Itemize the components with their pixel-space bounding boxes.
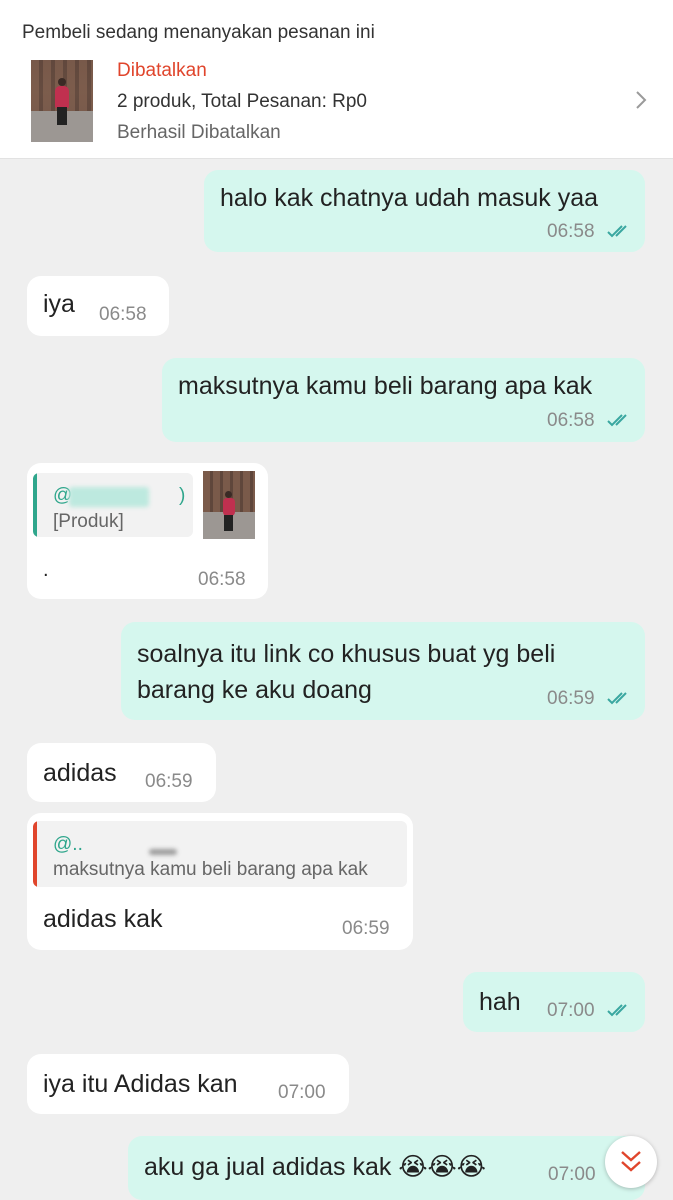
message-time: 06:59	[342, 918, 390, 939]
message-text: hah	[479, 988, 521, 1016]
message-time: 06:59	[547, 688, 595, 709]
message-time: 06:58	[547, 410, 595, 431]
quote-handle: @..	[53, 834, 83, 855]
order-status: Dibatalkan	[117, 60, 207, 81]
order-result: Berhasil Dibatalkan	[117, 122, 281, 143]
chevron-right-icon[interactable]	[634, 90, 648, 110]
message-bubble-incoming[interactable]: adidas 06:59	[27, 743, 216, 802]
quote-text: maksutnya kamu beli barang apa kak	[53, 859, 368, 880]
scroll-to-bottom-button[interactable]	[605, 1136, 657, 1188]
message-bubble-incoming[interactable]: @ ) [Produk] . 06:58	[27, 463, 268, 599]
message-bubble-incoming[interactable]: @.. maksutnya kamu beli barang apa kak a…	[27, 813, 413, 950]
message-bubble-outgoing[interactable]: halo kak chatnya udah masuk yaa 06:58	[204, 170, 645, 252]
message-bubble-incoming[interactable]: iya 06:58	[27, 276, 169, 336]
message-text: .	[43, 559, 49, 581]
quoted-message[interactable]: @.. maksutnya kamu beli barang apa kak	[33, 821, 407, 887]
message-text-line-2: barang ke aku doang	[137, 676, 372, 704]
message-text-line-1: soalnya itu link co khusus buat yg beli	[137, 640, 556, 668]
order-card[interactable]: Pembeli sedang menanyakan pesanan ini Di…	[0, 0, 673, 159]
chat-screen: Pembeli sedang menanyakan pesanan ini Di…	[0, 0, 673, 1200]
message-text: adidas kak	[43, 905, 163, 933]
message-bubble-outgoing[interactable]: hah 07:00	[463, 972, 645, 1032]
read-check-icon	[607, 225, 627, 238]
message-bubble-incoming[interactable]: iya itu Adidas kan 07:00	[27, 1054, 349, 1114]
order-thumbnail	[31, 60, 93, 142]
message-text: iya itu Adidas kan	[43, 1070, 238, 1098]
message-text: aku ga jual adidas kak 😭😭😭	[144, 1153, 486, 1181]
read-check-icon	[607, 414, 627, 427]
message-text: adidas	[43, 759, 117, 787]
product-thumbnail[interactable]	[203, 471, 255, 539]
double-chevron-down-icon	[621, 1151, 641, 1172]
quote-text: [Produk]	[53, 511, 124, 532]
message-time: 06:58	[547, 221, 595, 242]
read-check-icon	[607, 692, 627, 705]
message-bubble-outgoing[interactable]: soalnya itu link co khusus buat yg beli …	[121, 622, 645, 720]
message-time: 06:59	[145, 771, 193, 792]
message-text: halo kak chatnya udah masuk yaa	[220, 184, 599, 212]
message-time: 06:58	[198, 569, 246, 590]
message-bubble-outgoing[interactable]: aku ga jual adidas kak 😭😭😭 07:00	[128, 1136, 645, 1200]
message-time: 06:58	[99, 304, 147, 325]
message-time: 07:00	[548, 1164, 596, 1185]
quoted-product[interactable]: @ ) [Produk]	[33, 473, 193, 537]
message-text: maksutnya kamu beli barang apa kak	[178, 372, 593, 400]
redacted-username	[149, 849, 177, 855]
message-time: 07:00	[278, 1082, 326, 1103]
message-time: 07:00	[547, 1000, 595, 1021]
message-bubble-outgoing[interactable]: maksutnya kamu beli barang apa kak 06:58	[162, 358, 645, 442]
order-summary: 2 produk, Total Pesanan: Rp0	[117, 91, 367, 112]
redacted-username	[69, 487, 149, 507]
order-caption: Pembeli sedang menanyakan pesanan ini	[22, 22, 375, 43]
quote-handle-end: )	[179, 485, 186, 506]
message-text: iya	[43, 290, 75, 318]
read-check-icon	[607, 1004, 627, 1017]
